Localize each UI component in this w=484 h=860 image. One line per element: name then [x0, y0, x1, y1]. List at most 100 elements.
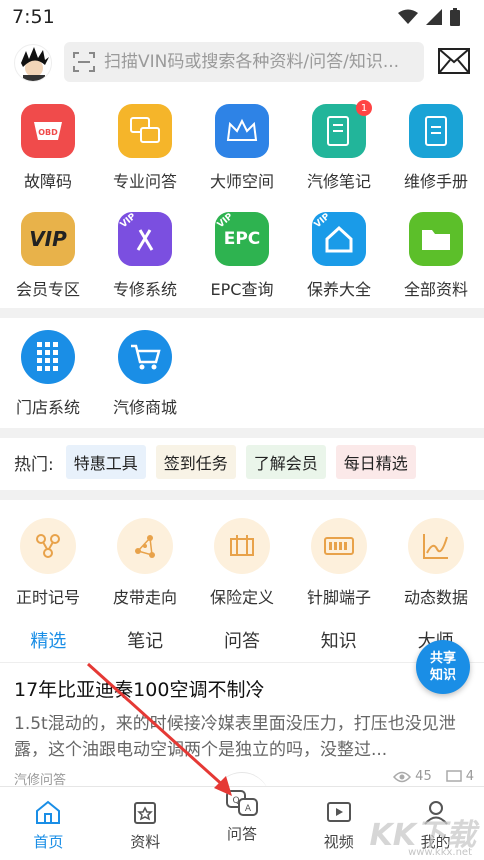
video-icon [326, 802, 351, 822]
scan-icon[interactable] [72, 50, 96, 74]
hot-tag-checkin[interactable]: 签到任务 [155, 445, 236, 479]
epc-icon: VIP EPC [215, 212, 269, 266]
vip-icon-text: VIP [29, 227, 67, 251]
tab-featured[interactable]: 精选 [0, 627, 97, 653]
article-body: 1.5t混动的，来的时候接冷媒表里面没压力，打压也没见泄露，这个油跟电动空调两个… [14, 714, 456, 760]
grid-item-label: 动态数据 [403, 588, 468, 607]
grid-item-label: 维修手册 [403, 172, 468, 191]
grid-item-label: 皮带走向 [112, 588, 177, 607]
grid-item-all-docs[interactable]: 全部资料 [388, 212, 484, 300]
wifi-icon [398, 9, 418, 24]
comments-count: 4 [465, 769, 474, 784]
grid-item-label: EPC查询 [210, 280, 274, 299]
grid-item-belt[interactable]: 皮带走向 [97, 518, 193, 608]
tab-qa[interactable]: 问答 [194, 627, 291, 653]
nav-label: 问答 [226, 825, 257, 843]
grid-item-label: 故障码 [23, 172, 72, 191]
notebook-icon: 1 [312, 100, 372, 158]
hot-row: 热门: 特惠工具 签到任务 了解会员 每日精选 [0, 440, 484, 484]
status-icons [398, 8, 460, 26]
grid-item-label: 针脚端子 [306, 588, 371, 607]
article-stats: 45 4 [393, 769, 474, 784]
grid-item-maintenance[interactable]: VIP 保养大全 [291, 212, 387, 300]
views-count: 45 [415, 769, 432, 784]
tab-knowledge[interactable]: 知识 [290, 627, 387, 653]
grid-item-label: 全部资料 [403, 280, 468, 299]
grid-item-timing[interactable]: 正时记号 [0, 518, 96, 608]
article-card[interactable]: 17年比亚迪秦100空调不制冷 1.5t混动的，来的时候接冷媒表里面没压力，打压… [0, 662, 484, 788]
grid-item-label: 会员专区 [15, 280, 80, 299]
store-grid-icon [21, 330, 75, 384]
article-title[interactable]: 17年比亚迪秦100空调不制冷 [14, 675, 264, 702]
epc-icon-text: EPC [223, 229, 261, 249]
eye-icon [393, 771, 412, 782]
grid-item-fuse[interactable]: 保险定义 [194, 518, 290, 608]
grid-item-master-space[interactable]: 大师空间 [194, 104, 290, 192]
nav-label: 首页 [33, 833, 64, 851]
battery-icon [450, 8, 460, 26]
svg-text:OBD: OBD [38, 128, 58, 137]
hot-tag-daily[interactable]: 每日精选 [335, 445, 416, 479]
folder-icon [409, 212, 463, 266]
graph-icon [408, 518, 464, 574]
signal-icon [426, 9, 442, 25]
tools-grid: 正时记号 皮带走向 保险定义 针脚端子 动态数据 [0, 518, 484, 608]
tools-icon: VIP [118, 212, 172, 266]
grid-item-shop[interactable]: 汽修商城 [97, 330, 193, 418]
search-row [0, 38, 484, 88]
share-line-1: 共享 [429, 651, 456, 666]
grid-item-fault-code[interactable]: OBD 故障码 [0, 104, 96, 192]
nav-qa[interactable]: QA 问答 [194, 787, 291, 860]
section-divider [0, 308, 484, 318]
grid-item-epc[interactable]: VIP EPC EPC查询 [194, 212, 290, 300]
notification-badge: 1 [356, 100, 372, 116]
nav-home[interactable]: 首页 [0, 787, 97, 860]
home-icon [36, 800, 61, 824]
hot-label: 热门: [14, 454, 54, 475]
grid-item-label: 大师空间 [209, 172, 274, 191]
vip-icon: VIP [21, 212, 75, 266]
main-feature-grid: OBD 故障码 专业问答 大师空间 1 汽修笔记 维修手册 VIP 会员专区 V… [0, 100, 484, 304]
section-divider [0, 490, 484, 500]
share-knowledge-button[interactable]: 共享 知识 [416, 640, 470, 694]
manual-icon [409, 104, 463, 158]
search-box[interactable] [64, 42, 424, 82]
grid-item-label: 保险定义 [209, 588, 274, 607]
timing-icon [20, 518, 76, 574]
grid-item-repair-system[interactable]: VIP 专修系统 [97, 212, 193, 300]
grid-item-pin[interactable]: 针脚端子 [291, 518, 387, 608]
grid-item-label: 汽修笔记 [306, 172, 371, 191]
comment-icon [445, 769, 462, 782]
avatar[interactable] [14, 44, 52, 82]
grid-item-label: 门店系统 [15, 398, 80, 417]
grid-item-label: 专业问答 [112, 172, 177, 191]
qa-icon [118, 104, 172, 158]
section-divider [0, 428, 484, 438]
search-input[interactable] [104, 52, 414, 72]
status-bar: 7:51 [0, 0, 484, 34]
content-tabs: 精选 笔记 问答 知识 大师 [0, 620, 484, 660]
grid-item-label: 保养大全 [306, 280, 371, 299]
nav-label: 资料 [130, 833, 161, 851]
hot-tag-tools[interactable]: 特惠工具 [65, 445, 146, 479]
grid-item-live-data[interactable]: 动态数据 [388, 518, 484, 608]
grid-item-qa[interactable]: 专业问答 [97, 104, 193, 192]
grid-item-label: 汽修商城 [112, 398, 177, 417]
status-time: 7:51 [12, 6, 55, 28]
nav-docs[interactable]: 资料 [97, 787, 194, 860]
nav-label: 视频 [323, 833, 354, 851]
belt-icon [117, 518, 173, 574]
svg-text:A: A [245, 804, 252, 814]
share-line-2: 知识 [429, 668, 456, 683]
comments-stat: 4 [445, 769, 474, 784]
grid-item-notes[interactable]: 1 汽修笔记 [291, 100, 387, 192]
hot-tag-membership[interactable]: 了解会员 [245, 445, 326, 479]
store-grid: 门店系统 汽修商城 [0, 330, 484, 426]
grid-item-store-system[interactable]: 门店系统 [0, 330, 96, 418]
mail-icon[interactable] [438, 48, 470, 74]
tab-notes[interactable]: 笔记 [97, 627, 194, 653]
grid-item-vip-zone[interactable]: VIP 会员专区 [0, 212, 96, 300]
grid-item-label: 专修系统 [112, 280, 177, 299]
grid-item-label: 正时记号 [15, 588, 80, 607]
grid-item-manual[interactable]: 维修手册 [388, 104, 484, 192]
